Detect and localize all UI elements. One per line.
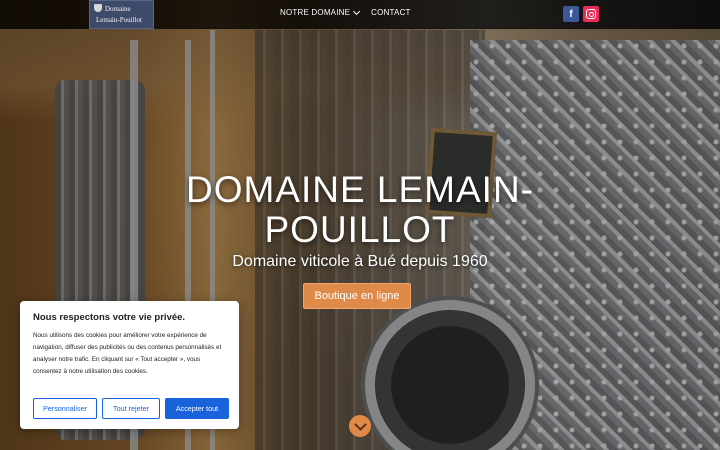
- chevron-down-icon: [353, 7, 361, 15]
- cookie-title: Nous respectons votre vie privée.: [33, 312, 186, 323]
- online-shop-button[interactable]: Boutique en ligne: [303, 283, 411, 309]
- cookie-accept-button[interactable]: Accepter tout: [165, 398, 229, 419]
- nav-item-notre-domaine[interactable]: NOTRE DOMAINE: [280, 7, 361, 17]
- logo-text-line2: Lemain-Pouillot: [96, 16, 142, 24]
- site-header: Domaine Lemain-Pouillot NOTRE DOMAINE CO…: [0, 0, 720, 29]
- nav-item-label: NOTRE DOMAINE: [280, 8, 351, 17]
- cookie-reject-button[interactable]: Tout rejeter: [102, 398, 160, 419]
- scroll-down-button[interactable]: [349, 415, 371, 437]
- instagram-icon[interactable]: [583, 6, 599, 22]
- site-logo[interactable]: Domaine Lemain-Pouillot: [89, 0, 154, 29]
- logo-text-line1: Domaine: [105, 5, 131, 13]
- cookie-actions: Personnaliser Tout rejeter Accepter tout: [33, 398, 229, 419]
- main-nav: NOTRE DOMAINE CONTACT: [280, 7, 411, 17]
- hero-subtitle: Domaine viticole à Bué depuis 1960: [232, 253, 488, 270]
- cookie-description: Nous utilisons des cookies pour améliore…: [33, 332, 222, 375]
- facebook-icon[interactable]: f: [563, 6, 579, 22]
- instagram-glyph: [586, 9, 596, 19]
- hero-title: DOMAINE LEMAIN-POUILLOT: [185, 169, 535, 250]
- crest-icon: [94, 4, 102, 12]
- cookie-customize-button[interactable]: Personnaliser: [33, 398, 97, 419]
- nav-item-contact[interactable]: CONTACT: [371, 8, 410, 17]
- cookie-consent-banner: Nous respectons votre vie privée. Nous u…: [20, 301, 239, 429]
- nav-item-label: CONTACT: [371, 8, 411, 17]
- chevron-down-icon: [353, 417, 367, 431]
- facebook-glyph: f: [569, 8, 573, 20]
